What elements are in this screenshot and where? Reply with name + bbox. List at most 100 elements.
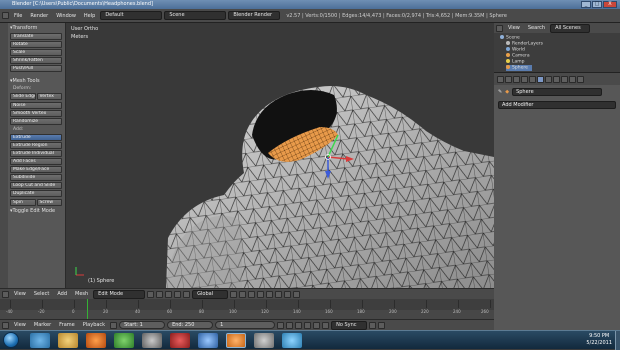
sync-select[interactable]: No Sync xyxy=(331,320,368,330)
duplicate-button[interactable]: Duplicate xyxy=(10,190,62,197)
face-select-icon[interactable] xyxy=(248,290,256,298)
scene-select[interactable]: Scene xyxy=(164,11,227,20)
texture-tab-icon[interactable] xyxy=(561,75,568,83)
close-button[interactable]: X xyxy=(603,1,617,8)
next-keyframe-icon[interactable] xyxy=(313,321,321,329)
toggle-edit-mode-header[interactable]: Toggle Edit Mode xyxy=(10,208,62,215)
render-icon[interactable] xyxy=(293,290,301,298)
3d-viewport[interactable]: User Ortho Meters (1) Sphere xyxy=(66,23,494,288)
outliner-editor-icon[interactable] xyxy=(496,24,503,32)
prev-keyframe-icon[interactable] xyxy=(286,321,294,329)
snap-icon[interactable] xyxy=(275,290,283,298)
keying-set-icon[interactable] xyxy=(378,321,386,329)
start-button[interactable] xyxy=(3,332,19,348)
mesh-tools-panel-header[interactable]: Mesh Tools xyxy=(10,78,62,85)
app-icon-red[interactable] xyxy=(170,333,190,348)
app-icon-cyan[interactable] xyxy=(282,333,302,348)
spin-button[interactable]: Spin xyxy=(10,199,36,206)
outliner-filter-select[interactable]: All Scenes xyxy=(550,23,591,33)
menu-marker[interactable]: Marker xyxy=(31,322,54,328)
current-frame-field[interactable]: 1 xyxy=(215,321,276,329)
constraints-tab-icon[interactable] xyxy=(529,75,536,83)
render-engine-select[interactable]: Blender Render xyxy=(228,11,281,20)
menu-playback[interactable]: Playback xyxy=(80,322,108,328)
modifiers-tab-icon[interactable] xyxy=(537,75,544,83)
translate-manipulator-icon[interactable] xyxy=(174,290,182,298)
jump-start-icon[interactable] xyxy=(277,321,285,329)
particles-tab-icon[interactable] xyxy=(569,75,576,83)
outliner-item-renderlayers[interactable]: RenderLayers xyxy=(506,41,543,47)
outliner-item-scene[interactable]: Scene xyxy=(500,35,520,41)
noise-button[interactable]: Noise xyxy=(10,102,62,109)
data-tab-icon[interactable] xyxy=(545,75,552,83)
loop-cut-slide-button[interactable]: Loop Cut and Slide xyxy=(10,182,62,189)
app-icon-blue[interactable] xyxy=(198,333,218,348)
record-icon[interactable] xyxy=(369,321,377,329)
menu-window[interactable]: Window xyxy=(53,13,79,19)
screw-button[interactable]: Screw xyxy=(36,199,62,206)
orientation-select[interactable]: Global xyxy=(192,289,229,299)
shrink-fatten-button[interactable]: Shrink/Fatten xyxy=(10,57,62,64)
menu-view[interactable]: View xyxy=(11,291,29,297)
subdivide-button[interactable]: Subdivide xyxy=(10,174,62,181)
object-tab-icon[interactable] xyxy=(521,75,528,83)
push-pull-button[interactable]: Push/Pull xyxy=(10,65,62,72)
menu-file[interactable]: File xyxy=(11,13,25,19)
proportional-edit-icon[interactable] xyxy=(266,290,274,298)
mode-select[interactable]: Edit Mode xyxy=(93,289,146,299)
manipulator-icon[interactable] xyxy=(165,290,173,298)
outliner-item-world[interactable]: World xyxy=(506,47,525,53)
physics-tab-icon[interactable] xyxy=(577,75,584,83)
end-frame-field[interactable]: End: 250 xyxy=(167,321,214,329)
outliner-item-lamp[interactable]: Lamp xyxy=(506,59,525,65)
make-edge-face-button[interactable]: Make Edge/Face xyxy=(10,166,62,173)
add-faces-button[interactable]: Add Faces xyxy=(10,158,62,165)
outliner-menu-view[interactable]: View xyxy=(505,25,523,31)
play-reverse-icon[interactable] xyxy=(295,321,303,329)
view3d-editor-icon[interactable] xyxy=(2,290,9,298)
menu-add[interactable]: Add xyxy=(54,291,70,297)
menu-frame[interactable]: Frame xyxy=(56,322,78,328)
menu-help[interactable]: Help xyxy=(81,13,98,19)
extrude-individual-button[interactable]: Extrude Individual xyxy=(10,150,62,157)
mesh-canvas[interactable] xyxy=(66,23,494,288)
app-icon-gray-2[interactable] xyxy=(254,333,274,348)
add-modifier-dropdown[interactable]: Add Modifier xyxy=(498,101,616,109)
screen-layout-select[interactable]: Default xyxy=(100,11,163,20)
menu-render[interactable]: Render xyxy=(27,13,51,19)
viewport-shading-icon[interactable] xyxy=(147,290,155,298)
material-tab-icon[interactable] xyxy=(553,75,560,83)
app-icon-green[interactable] xyxy=(114,333,134,348)
play-icon[interactable] xyxy=(304,321,312,329)
scale-button[interactable]: Scale xyxy=(10,49,62,56)
system-clock[interactable]: 9:50 PM 5/22/2011 xyxy=(586,333,612,347)
object-name-field[interactable]: Sphere xyxy=(512,88,603,96)
rotate-button[interactable]: Rotate xyxy=(10,41,62,48)
randomize-button[interactable]: Randomize xyxy=(10,118,62,125)
start-frame-field[interactable]: Start: 1 xyxy=(119,321,166,329)
preview-range-icon[interactable] xyxy=(110,321,118,329)
jump-end-icon[interactable] xyxy=(322,321,330,329)
pivot-point-icon[interactable] xyxy=(156,290,164,298)
transform-panel-header[interactable]: Transform xyxy=(10,25,62,32)
extrude-region-button[interactable]: Extrude Region xyxy=(10,142,62,149)
menu-select[interactable]: Select xyxy=(31,291,52,297)
world-tab-icon[interactable] xyxy=(513,75,520,83)
outliner-item-sphere[interactable]: Sphere xyxy=(506,65,532,71)
outliner-menu-search[interactable]: Search xyxy=(525,25,548,31)
edge-select-icon[interactable] xyxy=(239,290,247,298)
vertex-select-icon[interactable] xyxy=(230,290,238,298)
tool-shelf-tabs[interactable] xyxy=(0,23,8,288)
internet-explorer-icon[interactable] xyxy=(30,333,50,348)
media-player-icon[interactable] xyxy=(86,333,106,348)
slide-edge-button[interactable]: Slide Edge xyxy=(10,93,36,100)
layers-icon[interactable] xyxy=(284,290,292,298)
frame-cursor[interactable] xyxy=(87,299,88,319)
vertex-button[interactable]: Vertex xyxy=(36,93,62,100)
menu-view-timeline[interactable]: View xyxy=(11,322,29,328)
show-desktop-button[interactable] xyxy=(615,331,620,350)
timeline-editor-icon[interactable] xyxy=(2,321,9,329)
rotate-manipulator-icon[interactable] xyxy=(183,290,191,298)
translate-button[interactable]: Translate xyxy=(10,33,62,40)
smooth-vertex-button[interactable]: Smooth Vertex xyxy=(10,110,62,117)
